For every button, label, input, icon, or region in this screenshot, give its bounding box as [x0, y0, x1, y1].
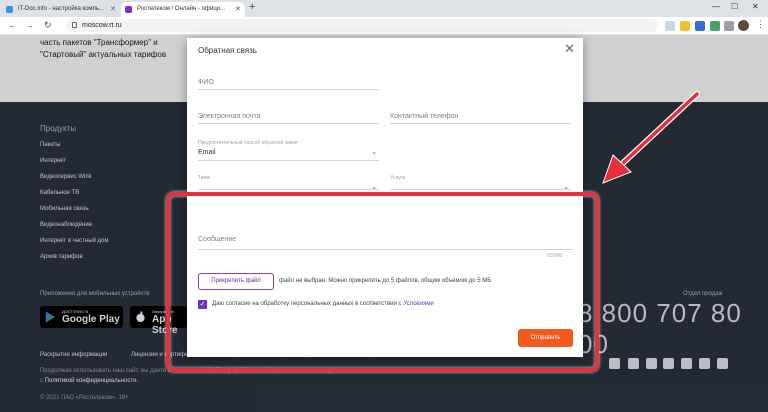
browser-tab-rostelecom[interactable]: Ростелеком / Онлайн - офици... ✕	[121, 2, 245, 17]
window-close-icon[interactable]: ✕	[752, 2, 759, 11]
modal-title: Обратная связь	[198, 46, 257, 55]
browser-tab-bar: IT-Doc.info - настройка компь... ✕ Росте…	[0, 0, 768, 17]
chevron-down-icon: ⌄	[371, 184, 377, 191]
service-select[interactable]: Услуга ⌄	[390, 175, 571, 191]
tab-title: IT-Doc.info - настройка компь...	[18, 6, 105, 12]
annotation-highlight-box	[166, 192, 599, 372]
address-text: moscow.rt.ru	[82, 22, 122, 29]
translate-icon[interactable]	[665, 21, 675, 31]
topic-label: Тема	[198, 175, 210, 181]
extensions-puzzle-icon[interactable]	[724, 21, 734, 31]
topic-select[interactable]: Тема ⌄	[198, 175, 379, 191]
phone-placeholder: Контактный телефон	[390, 113, 459, 120]
bookmark-star-icon[interactable]	[680, 21, 690, 31]
service-label: Услуга	[390, 175, 406, 181]
close-tab-icon[interactable]: ✕	[235, 2, 241, 17]
browser-tab-itdoc[interactable]: IT-Doc.info - настройка компь... ✕	[2, 2, 120, 17]
chevron-down-icon: ⌄	[563, 184, 569, 191]
close-tab-icon[interactable]: ✕	[110, 2, 116, 17]
close-icon[interactable]: ✕	[564, 41, 575, 57]
forward-icon[interactable]: →	[25, 20, 34, 30]
contact-method-label: Предпочтительный способ обратной связи	[198, 140, 298, 146]
fio-field[interactable]: ФИО	[198, 74, 379, 90]
lock-icon	[72, 22, 77, 28]
back-icon[interactable]: ←	[8, 20, 17, 30]
phone-field[interactable]: Контактный телефон	[390, 108, 571, 124]
tab-title: Ростелеком / Онлайн - офици...	[137, 6, 226, 12]
contact-method-value: Email	[198, 149, 216, 156]
browser-toolbar: ← → ↻ moscow.rt.ru ⋮	[0, 17, 768, 35]
email-placeholder: Электронная почта	[198, 113, 261, 120]
extension-icon[interactable]	[695, 21, 705, 31]
fio-placeholder: ФИО	[198, 79, 214, 86]
maximize-icon[interactable]: ☐	[731, 2, 738, 11]
chevron-down-icon: ⌄	[371, 149, 377, 156]
browser-menu-icon[interactable]: ⋮	[756, 19, 765, 30]
contact-method-select[interactable]: Предпочтительный способ обратной связи E…	[198, 140, 379, 161]
address-bar[interactable]: moscow.rt.ru	[66, 19, 658, 32]
rostelecom-favicon-icon	[125, 6, 132, 13]
extension-icon[interactable]	[710, 21, 720, 31]
profile-avatar[interactable]	[738, 20, 749, 31]
itdoc-favicon-icon	[6, 6, 13, 13]
minimize-icon[interactable]: —	[712, 2, 720, 11]
new-tab-button[interactable]: +	[249, 1, 255, 13]
reload-icon[interactable]: ↻	[44, 20, 52, 31]
email-field[interactable]: Электронная почта	[198, 108, 379, 124]
